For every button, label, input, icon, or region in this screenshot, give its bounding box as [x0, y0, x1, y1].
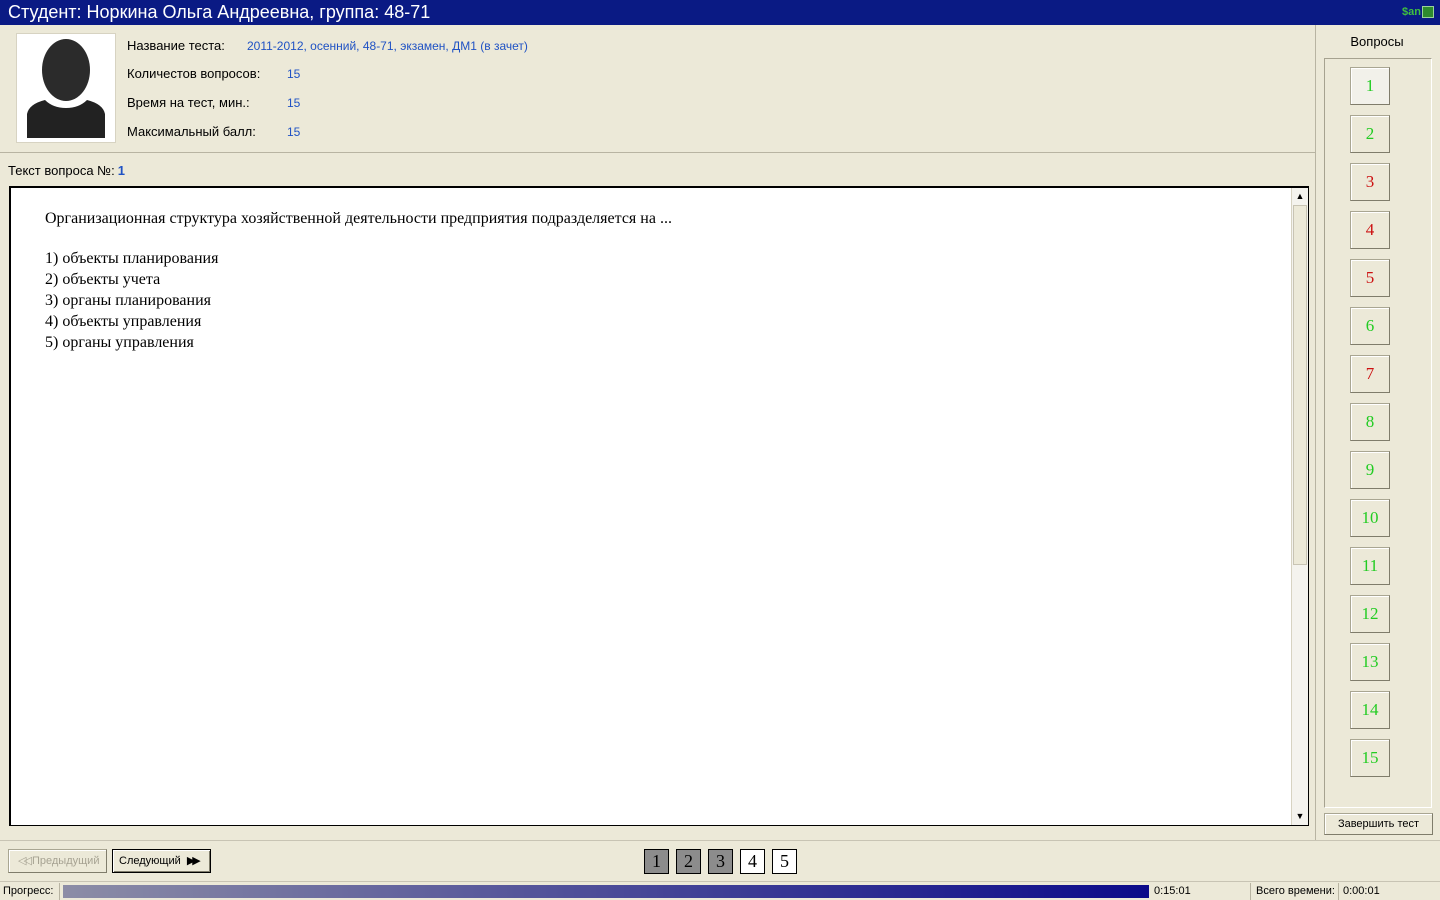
- questions-count-value: 15: [287, 67, 301, 81]
- question-button-7[interactable]: 7: [1350, 355, 1390, 393]
- max-score-label: Максимальный балл:: [127, 124, 256, 139]
- answer-option: 1) объекты планирования: [45, 250, 219, 267]
- sidebar-title: Вопросы: [1350, 34, 1404, 49]
- question-button-5[interactable]: 5: [1350, 259, 1390, 297]
- test-name-label: Название теста:: [127, 38, 225, 53]
- progress-bar-fill: [63, 885, 1149, 898]
- main-area: Название теста: 2011-2012, осенний, 48-7…: [0, 25, 1316, 840]
- page-button-3[interactable]: 3: [708, 849, 733, 874]
- chevron-left-icon: ◁◁: [18, 855, 32, 867]
- page-button-4[interactable]: 4: [740, 849, 765, 874]
- question-button-12[interactable]: 12: [1350, 595, 1390, 633]
- question-number-heading: Текст вопроса №: 1: [8, 163, 125, 178]
- question-button-14[interactable]: 14: [1350, 691, 1390, 729]
- question-button-1[interactable]: 1: [1350, 67, 1390, 105]
- previous-button[interactable]: ◁◁ Предыдущий: [8, 849, 107, 873]
- question-number: 1: [117, 163, 125, 178]
- time-row: Время на тест, мин.: 15: [127, 95, 300, 110]
- progress-bar: [63, 885, 1149, 898]
- window-title-bar: Студент: Норкина Ольга Андреевна, группа…: [0, 0, 1440, 25]
- question-button-2[interactable]: 2: [1350, 115, 1390, 153]
- question-button-list: 1 2 3 4 5 6 7 8 9 10 11 12 13 14 15: [1324, 58, 1432, 808]
- next-button[interactable]: Следующий ▶▶: [112, 849, 211, 873]
- next-button-label: Следующий: [119, 855, 181, 867]
- status-bar: Прогресс: 0:15:01 Всего времени: 0:00:01: [0, 881, 1440, 900]
- time-value: 15: [287, 96, 301, 110]
- time-label: Время на тест, мин.:: [127, 95, 250, 110]
- time-left: 0:15:01: [1151, 883, 1251, 900]
- question-button-11[interactable]: 11: [1350, 547, 1390, 585]
- total-time: 0:00:01: [1343, 885, 1380, 897]
- question-text-area[interactable]: Организационная структура хозяйственной …: [9, 186, 1309, 826]
- test-info-panel: Название теста: 2011-2012, осенний, 48-7…: [0, 25, 1316, 153]
- max-score-value: 15: [287, 125, 301, 139]
- answer-option: 3) органы планирования: [45, 292, 212, 309]
- total-time-label: Всего времени:: [1253, 883, 1339, 900]
- answer-option: 2) объекты учета: [45, 271, 161, 288]
- test-name-value: 2011-2012, осенний, 48-71, экзамен, ДМ1 …: [247, 39, 528, 53]
- questions-count-label: Количестов вопросов:: [127, 66, 261, 81]
- answer-option: 5) органы управления: [45, 334, 194, 351]
- questions-sidebar: Вопросы 1 2 3 4 5 6 7 8 9 10 11 12 13 14 15 Завершить …: [1317, 25, 1440, 840]
- answer-option: 4) объекты управления: [45, 313, 202, 330]
- question-button-13[interactable]: 13: [1350, 643, 1390, 681]
- scroll-up-icon[interactable]: ▲: [1292, 188, 1308, 205]
- questions-count-row: Количестов вопросов: 15: [127, 66, 300, 81]
- navigation-bar: ◁◁ Предыдущий Следующий ▶▶ 12345: [0, 840, 1440, 880]
- scroll-down-icon[interactable]: ▼: [1292, 808, 1308, 825]
- question-number-label: Текст вопроса №:: [8, 163, 115, 178]
- vertical-scrollbar[interactable]: ▲ ▼: [1291, 188, 1308, 825]
- question-button-15[interactable]: 15: [1350, 739, 1390, 777]
- question-button-6[interactable]: 6: [1350, 307, 1390, 345]
- question-button-8[interactable]: 8: [1350, 403, 1390, 441]
- question-button-9[interactable]: 9: [1350, 451, 1390, 489]
- progress-label: Прогресс:: [0, 883, 60, 900]
- window-title: Студент: Норкина Ольга Андреевна, группа…: [8, 2, 431, 22]
- chevron-right-icon: ▶▶: [186, 855, 201, 867]
- answer-list: 1) объекты планирования 2) объекты учета 3…: [45, 248, 1275, 353]
- scrollbar-thumb[interactable]: [1293, 205, 1307, 565]
- app-logo-icon: $an: [1398, 3, 1434, 21]
- question-button-3[interactable]: 3: [1350, 163, 1390, 201]
- person-silhouette-icon: [27, 39, 105, 138]
- page-button-1[interactable]: 1: [644, 849, 669, 874]
- question-content: Организационная структура хозяйственной …: [45, 210, 1275, 353]
- max-score-row: Максимальный балл: 15: [127, 124, 300, 139]
- page-button-5[interactable]: 5: [772, 849, 797, 874]
- previous-button-label: Предыдущий: [31, 855, 100, 867]
- question-button-4[interactable]: 4: [1350, 211, 1390, 249]
- question-text: Организационная структура хозяйственной …: [45, 210, 672, 227]
- finish-test-button[interactable]: Завершить тест: [1324, 813, 1433, 835]
- test-name-row: Название теста: 2011-2012, осенний, 48-7…: [127, 38, 528, 53]
- page-button-2[interactable]: 2: [676, 849, 701, 874]
- student-avatar: [16, 33, 116, 143]
- question-button-10[interactable]: 10: [1350, 499, 1390, 537]
